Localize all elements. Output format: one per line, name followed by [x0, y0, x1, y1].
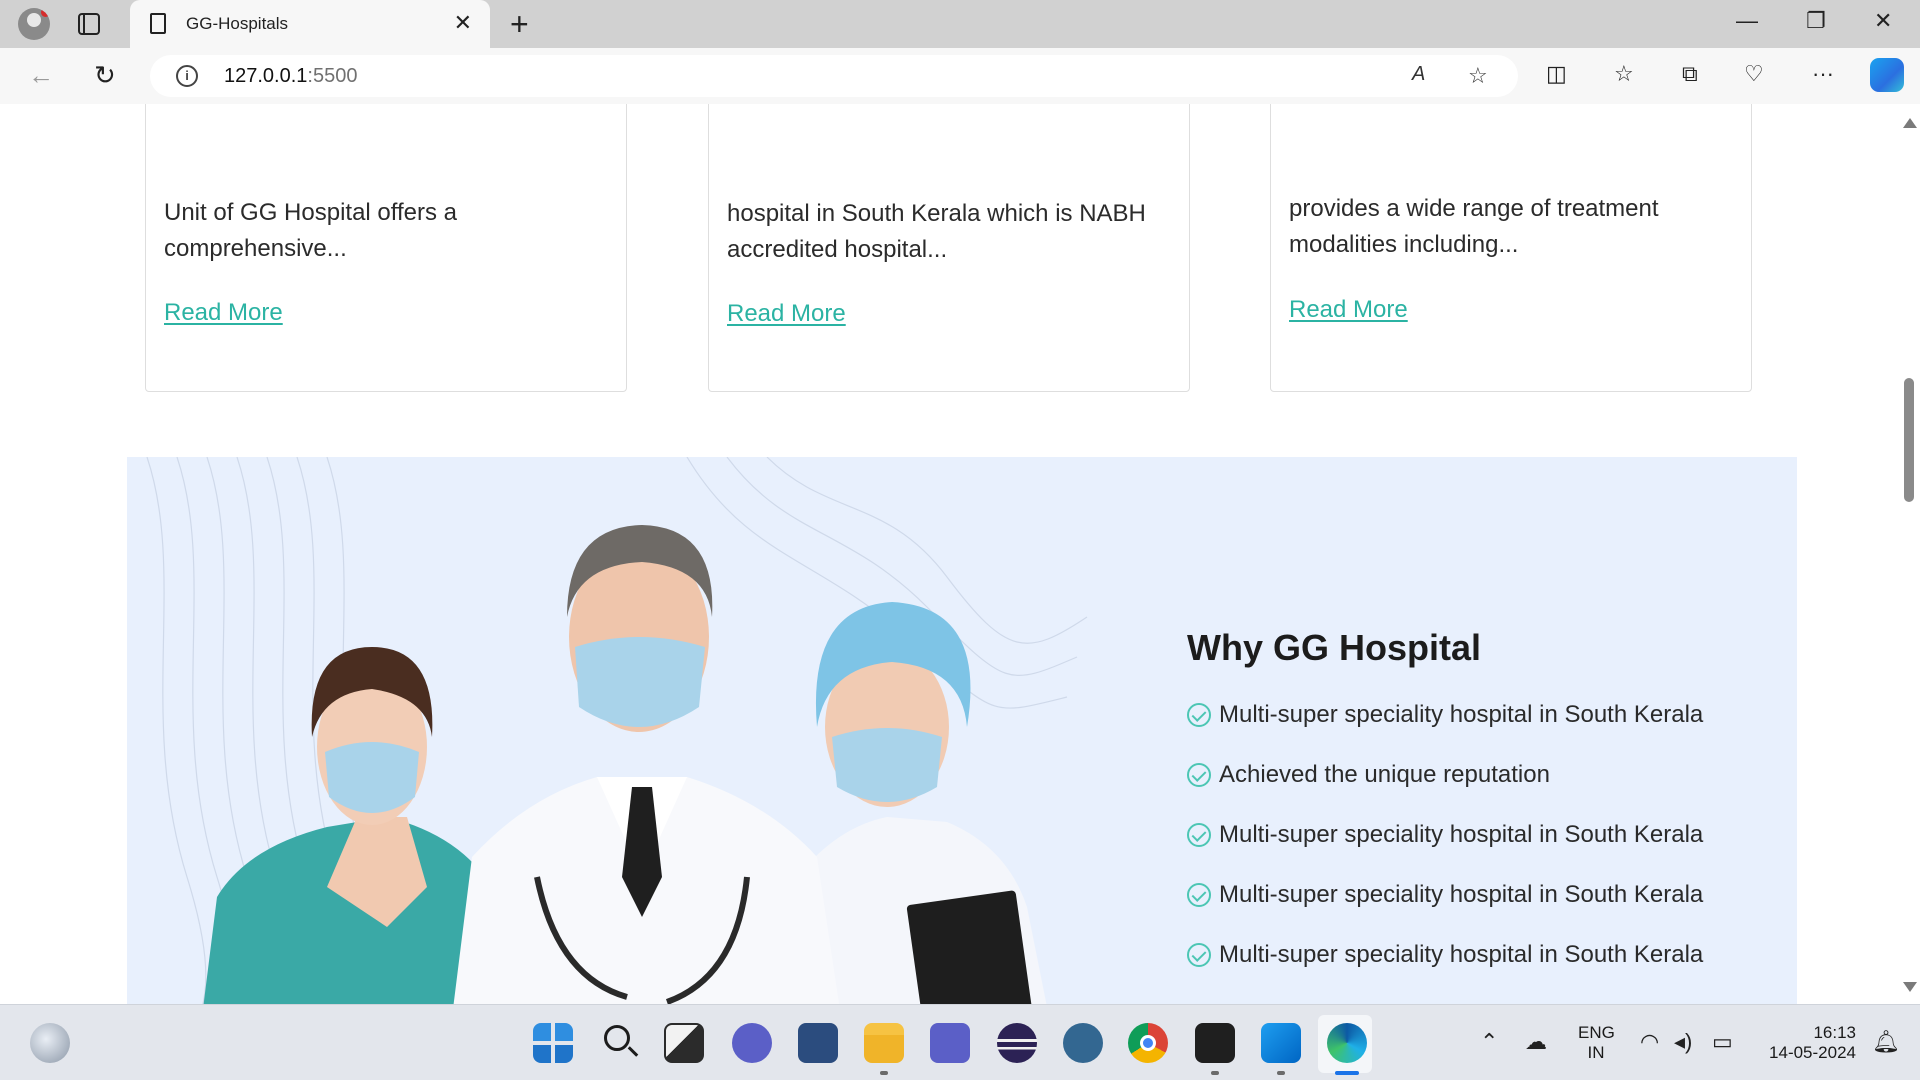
search-icon[interactable] — [600, 1023, 640, 1063]
service-card: provides a wide range of treatment modal… — [1270, 104, 1752, 392]
check-circle-icon — [1187, 943, 1211, 967]
running-indicator — [1211, 1071, 1219, 1075]
minimize-button[interactable]: — — [1736, 8, 1758, 34]
browser-essentials-icon[interactable]: ♡ — [1744, 61, 1764, 87]
more-menu-icon[interactable]: ··· — [1812, 61, 1834, 87]
list-item-text: Multi-super speciality hospital in South… — [1219, 941, 1704, 968]
eclipse-icon[interactable] — [997, 1023, 1037, 1063]
new-tab-button[interactable]: + — [510, 6, 529, 43]
list-item-text: Achieved the unique reputation — [1219, 761, 1550, 788]
features-list: Multi-super speciality hospital in South… — [1187, 685, 1703, 985]
address-bar[interactable]: i 127.0.0.1:5500 A ☆ — [150, 55, 1518, 97]
page-viewport: Unit of GG Hospital offers a comprehensi… — [0, 104, 1898, 1004]
scrollbar-thumb[interactable] — [1904, 378, 1914, 502]
restore-button[interactable]: ❐ — [1806, 8, 1826, 34]
favorite-star-icon[interactable]: ☆ — [1468, 63, 1488, 89]
list-item: Achieved the unique reputation — [1187, 745, 1703, 805]
vscode-icon[interactable] — [1261, 1023, 1301, 1063]
battery-icon[interactable]: ▭ — [1712, 1029, 1733, 1055]
widgets-icon[interactable] — [30, 1023, 70, 1063]
region-code: IN — [1587, 1043, 1605, 1062]
chrome-icon[interactable] — [1128, 1023, 1168, 1063]
list-item: Multi-super speciality hospital in South… — [1187, 925, 1703, 985]
clock-time: 16:13 — [1813, 1023, 1856, 1042]
service-card: hospital in South Kerala which is NABH a… — [708, 104, 1190, 392]
check-circle-icon — [1187, 823, 1211, 847]
chat-icon[interactable] — [732, 1023, 772, 1063]
card-description: Unit of GG Hospital offers a comprehensi… — [164, 199, 458, 262]
teams-icon[interactable] — [930, 1023, 970, 1063]
clock[interactable]: 16:13 14-05-2024 — [1756, 1023, 1856, 1063]
url-text[interactable]: 127.0.0.1:5500 — [224, 65, 357, 88]
tab-gg-hospitals[interactable]: GG-Hospitals ✕ — [130, 0, 490, 48]
running-indicator — [880, 1071, 888, 1075]
read-more-link[interactable]: Read More — [1289, 296, 1408, 324]
favorites-icon[interactable]: ☆ — [1614, 61, 1634, 87]
copilot-icon[interactable] — [1870, 58, 1904, 92]
list-item: Multi-super speciality hospital in South… — [1187, 865, 1703, 925]
read-aloud-icon[interactable]: A — [1412, 63, 1425, 86]
postgresql-icon[interactable] — [1063, 1023, 1103, 1063]
split-screen-icon[interactable]: ◫ — [1546, 61, 1567, 87]
check-circle-icon — [1187, 883, 1211, 907]
start-icon[interactable] — [533, 1023, 573, 1063]
chevron-up-icon[interactable]: ⌃ — [1480, 1029, 1498, 1055]
list-item-text: Multi-super speciality hospital in South… — [1219, 701, 1704, 728]
close-window-button[interactable]: ✕ — [1874, 8, 1892, 34]
card-description: hospital in South Kerala which is NABH a… — [727, 200, 1146, 263]
list-item: Multi-super speciality hospital in South… — [1187, 805, 1703, 865]
tab-title: GG-Hospitals — [186, 14, 289, 33]
scroll-up-arrow-icon[interactable] — [1903, 118, 1917, 128]
section-title: Why GG Hospital — [1187, 627, 1482, 668]
card-description: provides a wide range of treatment modal… — [1289, 195, 1659, 258]
page-scrollbar[interactable] — [1898, 104, 1920, 1004]
volume-icon[interactable]: ◂) — [1674, 1029, 1692, 1055]
doctors-image — [146, 457, 1088, 1004]
why-gg-hospital-section: Why GG Hospital Multi-super speciality h… — [127, 457, 1797, 1004]
service-card: Unit of GG Hospital offers a comprehensi… — [145, 104, 627, 392]
read-more-link[interactable]: Read More — [727, 300, 846, 328]
read-more-link[interactable]: Read More — [164, 299, 283, 327]
browser-tabbar: GG-Hospitals ✕ + — ❐ ✕ — [0, 0, 1920, 48]
site-info-icon[interactable]: i — [176, 65, 198, 87]
terminal-icon[interactable] — [1195, 1023, 1235, 1063]
windows-taskbar: ⌃ ☁ ENG IN ◠ ◂) ▭ 16:13 14-05-2024 🔔︎ — [0, 1004, 1920, 1080]
browser-toolbar: ← ↻ i 127.0.0.1:5500 A ☆ ◫ ☆ ⧉ ♡ ··· — [0, 48, 1920, 104]
list-item-text: Multi-super speciality hospital in South… — [1219, 821, 1704, 848]
wifi-icon[interactable]: ◠ — [1640, 1029, 1659, 1055]
notification-dot — [41, 8, 50, 17]
scroll-down-arrow-icon[interactable] — [1903, 982, 1917, 992]
clock-date: 14-05-2024 — [1769, 1043, 1856, 1062]
list-item-text: Multi-super speciality hospital in South… — [1219, 881, 1704, 908]
task-view-icon[interactable] — [664, 1023, 704, 1063]
active-indicator — [1335, 1071, 1359, 1075]
cloud-offline-icon[interactable]: ☁ — [1525, 1029, 1547, 1055]
pycharm-icon[interactable] — [798, 1023, 838, 1063]
page-icon — [150, 13, 166, 34]
check-circle-icon — [1187, 763, 1211, 787]
language-code: ENG — [1578, 1023, 1615, 1042]
running-indicator — [1277, 1071, 1285, 1075]
tab-actions-icon[interactable] — [78, 13, 100, 35]
edge-icon[interactable] — [1327, 1023, 1367, 1063]
profile-avatar[interactable] — [18, 8, 50, 40]
file-explorer-icon[interactable] — [864, 1023, 904, 1063]
close-tab-icon[interactable]: ✕ — [454, 10, 472, 36]
notification-bell-icon[interactable]: 🔔︎ — [1872, 1029, 1900, 1055]
list-item: Multi-super speciality hospital in South… — [1187, 685, 1703, 745]
collections-icon[interactable]: ⧉ — [1682, 61, 1698, 87]
back-arrow-icon[interactable]: ← — [28, 60, 54, 91]
reload-icon[interactable]: ↻ — [94, 60, 116, 91]
check-circle-icon — [1187, 703, 1211, 727]
language-indicator[interactable]: ENG IN — [1578, 1023, 1615, 1063]
